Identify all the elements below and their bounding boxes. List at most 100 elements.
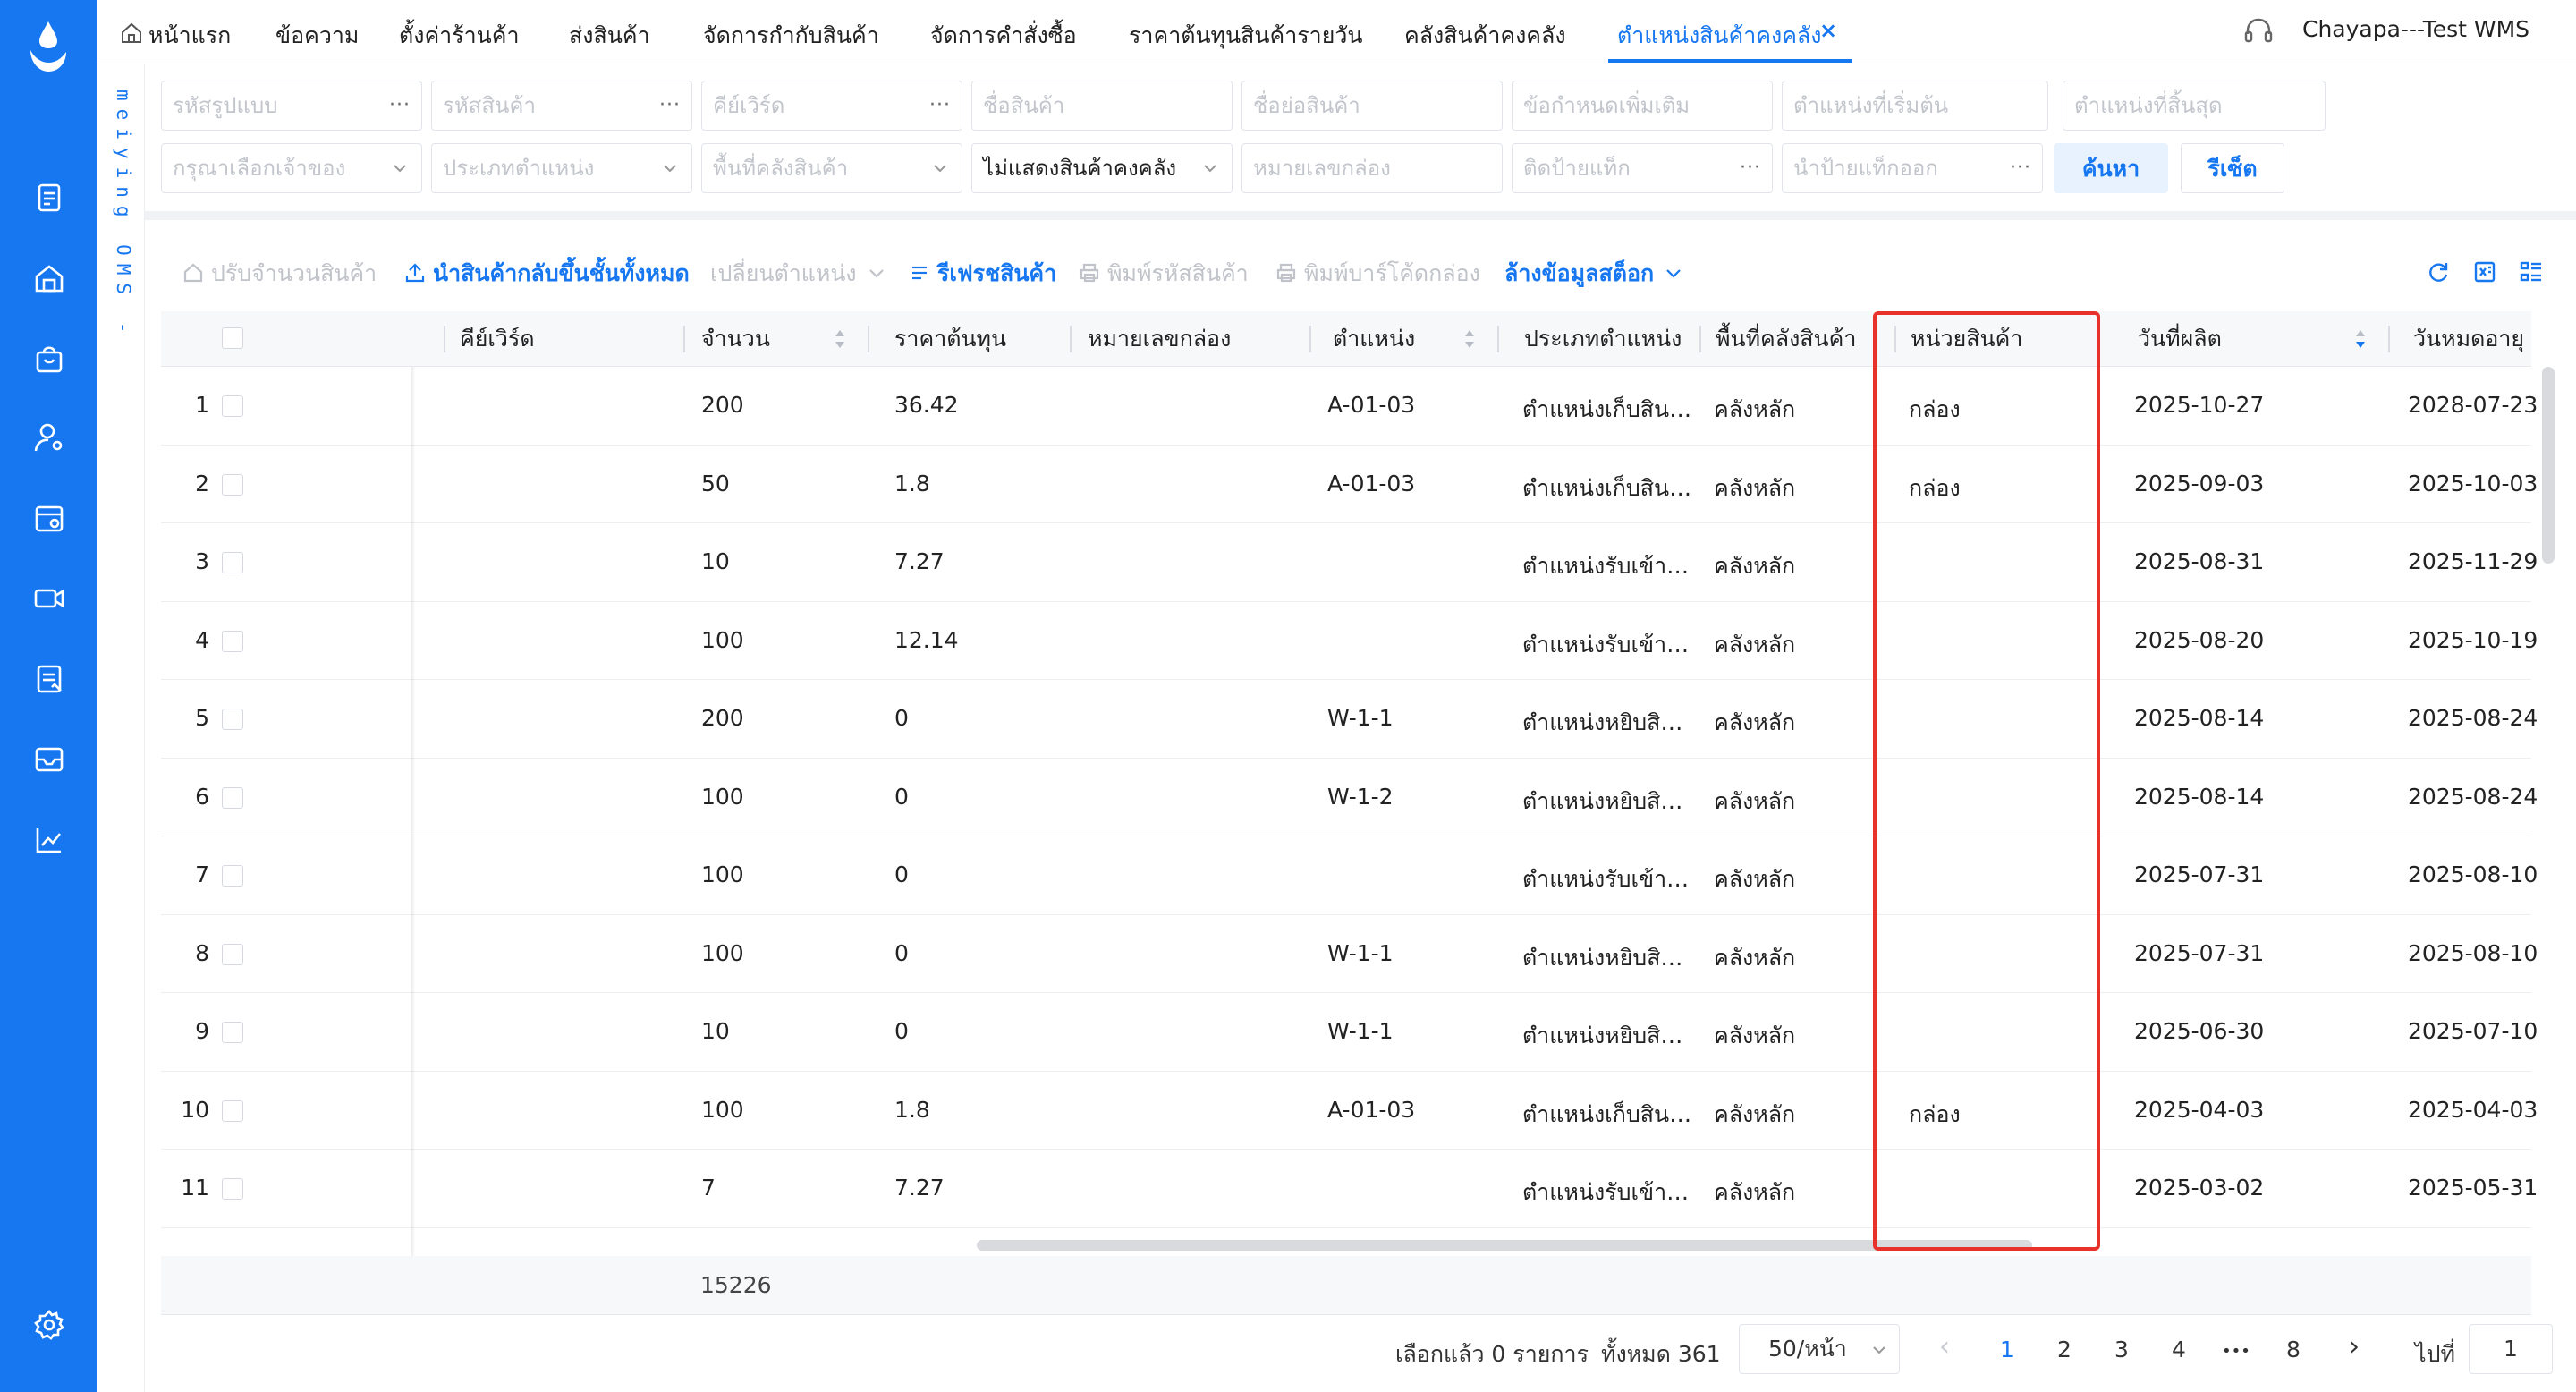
- column-product-unit[interactable]: หน่วยสินค้า: [1911, 311, 2022, 367]
- return-all-button[interactable]: นำสินค้ากลับขึ้นชั้นทั้งหมด: [404, 256, 690, 292]
- column-box-number[interactable]: หมายเลขกล่อง: [1088, 311, 1231, 367]
- column-warehouse-area[interactable]: พื้นที่คลังสินค้า: [1716, 311, 1856, 367]
- droplet-logo[interactable]: [25, 20, 72, 73]
- row-checkbox[interactable]: [222, 709, 243, 730]
- row-checkbox[interactable]: [222, 943, 243, 965]
- print-barcode-button[interactable]: พิมพ์บาร์โค้ดกล่อง: [1275, 256, 1480, 292]
- table-row[interactable]: 3 10 7.27 ตำแหน่งรับเข้า… คลังหลัก 2025-08-31…: [161, 523, 2538, 602]
- page-1[interactable]: 1: [2000, 1337, 2014, 1362]
- table-row[interactable]: 9 10 0 W-1-1 ตำแหน่งหยิบสิ… คลังหลัก 2025-06-3…: [161, 993, 2538, 1072]
- extra-spec-input[interactable]: ข้อกำหนดเพิ่มเติม: [1512, 81, 1773, 131]
- table-row[interactable]: 8 100 0 W-1-1 ตำแหน่งหยิบสิ… คลังหลัก 2025-07-…: [161, 915, 2538, 993]
- column-keyword[interactable]: คีย์เวิร์ด: [460, 311, 535, 367]
- tab-home[interactable]: หน้าแรก: [148, 18, 231, 54]
- more-options-icon[interactable]: ···: [659, 81, 681, 130]
- row-checkbox[interactable]: [222, 1099, 243, 1122]
- product-name-input[interactable]: ชื่อสินค้า: [971, 81, 1233, 131]
- home-icon[interactable]: [120, 21, 143, 45]
- user-settings-icon[interactable]: [32, 420, 66, 454]
- box-number-input[interactable]: หมายเลขกล่อง: [1241, 143, 1503, 193]
- tab-product-management[interactable]: จัดการกำกับสินค้า: [703, 18, 879, 54]
- sort-icon[interactable]: [834, 327, 846, 351]
- row-checkbox[interactable]: [222, 1022, 243, 1043]
- report-icon[interactable]: [32, 662, 66, 696]
- column-manufacture-date[interactable]: วันที่ผลิต: [2138, 311, 2222, 367]
- refresh-products-button[interactable]: รีเฟรชสินค้า: [909, 256, 1056, 292]
- table-row[interactable]: 5 200 0 W-1-1 ตำแหน่งหยิบสิ… คลังหลัก 2025-08-…: [161, 680, 2538, 759]
- sort-icon[interactable]: [1463, 327, 1476, 351]
- page-4[interactable]: 4: [2172, 1337, 2186, 1362]
- table-row[interactable]: 6 100 0 W-1-2 ตำแหน่งหยิบสิ… คลังหลัก 2025-08-…: [161, 759, 2538, 836]
- column-settings-icon[interactable]: [2519, 259, 2546, 286]
- next-page-button[interactable]: ›: [2349, 1331, 2360, 1362]
- inbox-icon[interactable]: [32, 743, 66, 777]
- column-quantity[interactable]: จำนวน: [701, 311, 770, 367]
- row-checkbox[interactable]: [222, 786, 243, 809]
- tab-daily-cost[interactable]: ราคาต้นทุนสินค้ารายวัน: [1129, 18, 1362, 54]
- more-options-icon[interactable]: ···: [389, 81, 411, 130]
- end-location-input[interactable]: ตำแหน่งที่สิ้นสุด: [2063, 81, 2326, 131]
- page-size-select[interactable]: 50/หน้า: [1739, 1324, 1900, 1374]
- vertical-scrollbar[interactable]: [2542, 367, 2555, 564]
- orders-icon[interactable]: [32, 181, 66, 215]
- goto-page-input[interactable]: 1: [2469, 1324, 2553, 1374]
- prev-page-button[interactable]: ‹: [1939, 1331, 1950, 1362]
- headset-icon[interactable]: [2243, 16, 2274, 47]
- tab-shop-settings[interactable]: ตั้งค่าร้านค้า: [399, 18, 520, 54]
- table-row[interactable]: 2 50 1.8 A-01-03 ตำแหน่งเก็บสิน… คลังหลัก กล่อ…: [161, 446, 2538, 523]
- sort-icon[interactable]: [2354, 327, 2367, 351]
- adjust-qty-button[interactable]: ปรับจำนวนสินค้า: [182, 256, 377, 292]
- row-checkbox[interactable]: [222, 395, 243, 417]
- tab-shipping[interactable]: ส่งสินค้า: [569, 18, 650, 54]
- tab-inventory[interactable]: คลังสินค้าคงคลัง: [1404, 18, 1566, 54]
- page-3[interactable]: 3: [2114, 1337, 2129, 1362]
- hide-inventory-select[interactable]: ไม่แสดงสินค้าคงคลัง: [971, 143, 1233, 193]
- current-user[interactable]: Chayapa---Test WMS: [2302, 16, 2529, 42]
- bag-icon[interactable]: [32, 342, 66, 376]
- select-all-checkbox[interactable]: [222, 327, 243, 349]
- row-checkbox[interactable]: [222, 552, 243, 573]
- remove-tag-input[interactable]: นำป้ายแท็กออก ···: [1782, 143, 2043, 193]
- row-checkbox[interactable]: [222, 1178, 243, 1200]
- warehouse-area-select[interactable]: พื้นที่คลังสินค้า: [701, 143, 962, 193]
- video-icon[interactable]: [32, 581, 66, 615]
- page-2[interactable]: 2: [2057, 1337, 2072, 1362]
- oms-label[interactable]: meiying OMS -: [113, 89, 134, 341]
- horizontal-scrollbar[interactable]: [977, 1240, 2032, 1251]
- print-code-button[interactable]: พิมพ์รหัสสินค้า: [1079, 256, 1249, 292]
- style-code-input[interactable]: รหัสรูปแบบ ···: [161, 81, 422, 131]
- more-options-icon[interactable]: ···: [1740, 144, 1761, 192]
- column-expiry-date[interactable]: วันหมดอายุ: [2413, 311, 2524, 367]
- warehouse-icon[interactable]: [32, 261, 66, 295]
- row-checkbox[interactable]: [222, 630, 243, 652]
- table-row[interactable]: 7 100 0 ตำแหน่งรับเข้า… คลังหลัก 2025-07-31 20…: [161, 836, 2538, 915]
- add-tag-input[interactable]: ติดป้ายแท็ก ···: [1512, 143, 1773, 193]
- table-row[interactable]: 4 100 12.14 ตำแหน่งรับเข้า… คลังหลัก 2025-08-…: [161, 602, 2538, 680]
- tab-inventory-location[interactable]: ตำแหน่งสินค้าคงคลัง: [1617, 18, 1821, 54]
- search-button[interactable]: ค้นหา: [2054, 143, 2168, 193]
- tab-order-management[interactable]: จัดการคำสั่งซื้อ: [930, 18, 1077, 54]
- more-options-icon[interactable]: ···: [2010, 144, 2031, 192]
- change-location-dropdown[interactable]: เปลี่ยนตำแหน่ง: [710, 256, 887, 292]
- table-row[interactable]: 11 7 7.27 ตำแหน่งรับเข้า… คลังหลัก 2025-03-02…: [161, 1150, 2538, 1228]
- table-row[interactable]: 1 200 36.42 A-01-03 ตำแหน่งเก็บสิน… คลังหลัก ก…: [161, 367, 2538, 446]
- settings-icon[interactable]: [32, 1308, 66, 1342]
- chart-icon[interactable]: [32, 823, 66, 857]
- column-location[interactable]: ตำแหน่ง: [1333, 311, 1415, 367]
- page-ellipsis[interactable]: •••: [2222, 1342, 2250, 1361]
- keyword-input[interactable]: คีย์เวิร์ด ···: [701, 81, 962, 131]
- store-icon[interactable]: [32, 501, 66, 535]
- location-type-select[interactable]: ประเภทตำแหน่ง: [431, 143, 692, 193]
- owner-select[interactable]: กรุณาเลือกเจ้าของ: [161, 143, 422, 193]
- refresh-icon[interactable]: [2426, 259, 2453, 286]
- export-excel-icon[interactable]: [2472, 259, 2499, 286]
- row-checkbox[interactable]: [222, 473, 243, 496]
- column-cost-price[interactable]: ราคาต้นทุน: [894, 311, 1006, 367]
- table-row[interactable]: 10 100 1.8 A-01-03 ตำแหน่งเก็บสิน… คลังหลัก กล…: [161, 1072, 2538, 1150]
- tab-messages[interactable]: ข้อความ: [275, 18, 359, 54]
- reset-button[interactable]: รีเซ็ต: [2181, 143, 2284, 193]
- product-code-input[interactable]: รหัสสินค้า ···: [431, 81, 692, 131]
- clear-stock-dropdown[interactable]: ล้างข้อมูลสต็อก: [1504, 256, 1684, 292]
- start-location-input[interactable]: ตำแหน่งที่เริ่มต้น: [1782, 81, 2048, 131]
- row-checkbox[interactable]: [222, 865, 243, 887]
